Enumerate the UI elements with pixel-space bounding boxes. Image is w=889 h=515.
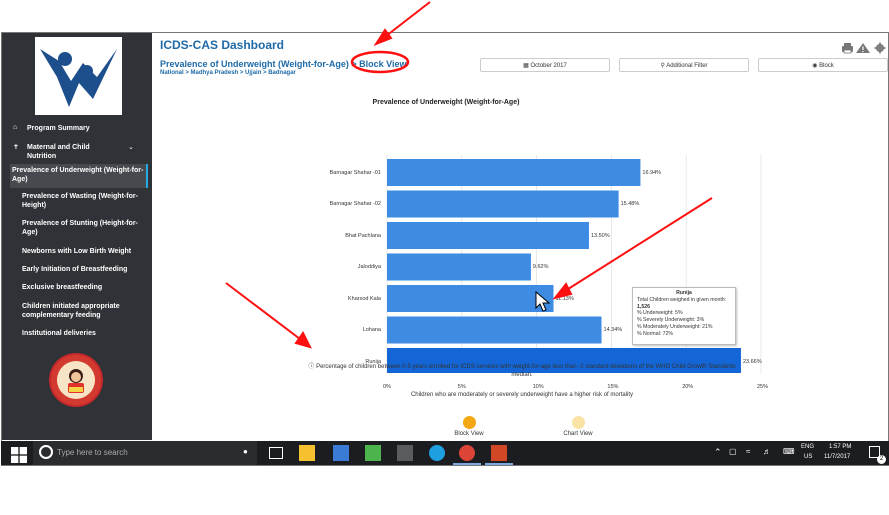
block-view-toggle[interactable]: Block View	[452, 416, 486, 437]
calendar-icon: ▦	[523, 63, 529, 69]
chrome-icon[interactable]	[459, 445, 475, 461]
map-marker-icon: ◉	[812, 63, 818, 69]
page-subtitle: Prevalence of Underweight (Weight-for-Ag…	[160, 59, 407, 69]
breadcrumb[interactable]: National > Madhya Pradesh > Ujjain > Bad…	[160, 70, 296, 76]
x-tick-label: 0%	[383, 383, 391, 390]
subtitle-metric: Prevalence of Underweight (Weight-for-Ag…	[160, 59, 349, 69]
clock-date[interactable]: 11/7/2017	[824, 454, 850, 460]
sidebar-item-low-birth-weight[interactable]: Newborns with Low Birth Weight	[22, 247, 142, 256]
cortana-icon	[39, 445, 53, 459]
volume-icon[interactable]: ♬	[763, 447, 771, 456]
search-icon: ⚲	[660, 63, 665, 69]
bar[interactable]	[387, 222, 589, 249]
sidebar: ⌂ Program Summary ✝ Maternal and Child N…	[2, 33, 152, 440]
tooltip-line: % Underweight: 5%	[637, 310, 683, 317]
tooltip-line: % Normal: 72%	[637, 330, 674, 337]
media-player-icon[interactable]	[397, 445, 413, 461]
main-content: ICDS-CAS Dashboard Prevalence of Underwe…	[152, 33, 888, 440]
page-title: ICDS-CAS Dashboard	[160, 38, 285, 52]
block-filter-button[interactable]: ◉ Block	[758, 58, 888, 72]
x-tick-label: 25%	[757, 383, 769, 390]
additional-filter-label: Additional Filter	[666, 63, 708, 69]
chart-view-toggle[interactable]: Chart View	[558, 416, 598, 437]
date-filter-label: October 2017	[530, 63, 567, 69]
x-tick-label: 15%	[607, 383, 619, 390]
block-view-dot	[462, 416, 476, 429]
show-hidden-icons[interactable]: ⌃	[714, 447, 722, 458]
powerpoint-icon[interactable]	[491, 445, 507, 461]
block-view-label: Block View	[454, 431, 484, 437]
info-note-text: Percentage of children between 0-5 years…	[316, 364, 736, 378]
language-code[interactable]: ENG	[801, 444, 814, 450]
mouse-cursor-icon	[535, 291, 551, 312]
home-icon: ⌂	[13, 124, 18, 131]
info-note: ⓘ Percentage of children between 0-5 yea…	[302, 363, 742, 379]
bar[interactable]	[387, 316, 602, 344]
sidebar-item-program-summary[interactable]: Program Summary	[27, 124, 142, 133]
risk-note: Children who are moderately or severely …	[410, 392, 634, 398]
print-icon[interactable]	[842, 43, 853, 54]
sidebar-item-early-breastfeeding[interactable]: Early Initiation of Breastfeeding	[22, 265, 142, 274]
microphone-icon[interactable]: ●	[243, 447, 248, 456]
sidebar-item-complementary-feeding[interactable]: Children initiated appropriate complemen…	[22, 302, 132, 320]
chart-tooltip: Runija Total Children weighed in given m…	[632, 287, 736, 345]
sidebar-item-maternal-child-nutrition[interactable]: Maternal and Child Nutrition	[27, 143, 112, 161]
browser-window: ⌂ Program Summary ✝ Maternal and Child N…	[1, 32, 889, 466]
icds-logo	[35, 37, 122, 115]
language-region[interactable]: US	[804, 454, 812, 460]
store-icon[interactable]	[333, 445, 349, 461]
keyboard-icon[interactable]: ⌨	[783, 447, 795, 456]
chart-view-dot	[571, 416, 585, 429]
chevron-down-icon[interactable]: ⌄	[128, 143, 134, 151]
bar[interactable]	[387, 285, 554, 312]
bar[interactable]	[387, 159, 641, 186]
bar[interactable]	[387, 190, 619, 218]
x-tick-label: 10%	[532, 383, 544, 390]
chart-view-label: Chart View	[563, 431, 593, 437]
bar-chart	[386, 155, 762, 373]
wifi-icon[interactable]: ≈	[746, 447, 750, 456]
header-icons	[840, 41, 888, 54]
tooltip-total-value: 1,526	[637, 303, 650, 310]
warning-icon[interactable]	[856, 43, 870, 53]
x-tick-label: 20%	[682, 383, 694, 390]
info-icon: ⓘ	[308, 364, 315, 370]
tooltip-line: % Severely Underweight: 3%	[637, 317, 705, 324]
x-tick-label: 5%	[457, 383, 466, 390]
sidebar-item-wasting[interactable]: Prevalence of Wasting (Weight-for-Height…	[22, 192, 140, 210]
bar[interactable]	[387, 253, 531, 281]
file-explorer-icon[interactable]	[299, 445, 315, 461]
taskbar-search-placeholder: Type here to search	[57, 448, 128, 457]
minecraft-icon[interactable]	[365, 445, 381, 461]
sidebar-item-stunting[interactable]: Prevalence of Stunting (Height-for-Age)	[22, 219, 140, 237]
date-filter-button[interactable]: ▦ October 2017	[480, 58, 610, 72]
network-icon[interactable]: ▢	[729, 447, 737, 456]
tooltip-line: % Moderately Underweight: 21%	[637, 323, 713, 330]
settings-icon[interactable]	[874, 42, 886, 54]
sidebar-item-underweight[interactable]: Prevalence of Underweight (Weight-for-Ag…	[10, 164, 148, 188]
windows-start-icon[interactable]	[11, 447, 27, 463]
tooltip-total-label: Total Children weighed in given month: 1…	[637, 296, 727, 310]
sidebar-item-exclusive-breastfeeding[interactable]: Exclusive breastfeeding	[22, 283, 142, 292]
subtitle-separator: >	[351, 59, 357, 69]
task-view-icon[interactable]	[269, 447, 283, 459]
tooltip-title: Runija	[676, 290, 692, 296]
skype-icon[interactable]	[429, 445, 445, 461]
chrome-active-indicator	[453, 463, 481, 465]
notification-count: 2	[877, 455, 886, 464]
sidebar-item-institutional-deliveries[interactable]: Institutional deliveries	[22, 329, 142, 338]
windows-taskbar: Type here to search ● ⌃ ▢ ≈ ♬ ⌨ ENG US 1…	[1, 441, 889, 465]
taskbar-search-box[interactable]: Type here to search ●	[33, 441, 257, 465]
person-icon: ✝	[13, 144, 19, 151]
powerpoint-active-indicator	[485, 463, 513, 465]
additional-filter-button[interactable]: ⚲ Additional Filter	[619, 58, 749, 72]
beti-bachao-logo	[49, 353, 103, 407]
chart-title: Prevalence of Underweight (Weight-for-Ag…	[372, 99, 520, 106]
subtitle-view[interactable]: Block View	[359, 59, 406, 69]
block-filter-label: Block	[819, 63, 834, 69]
clock-time[interactable]: 1:57 PM	[829, 444, 851, 450]
